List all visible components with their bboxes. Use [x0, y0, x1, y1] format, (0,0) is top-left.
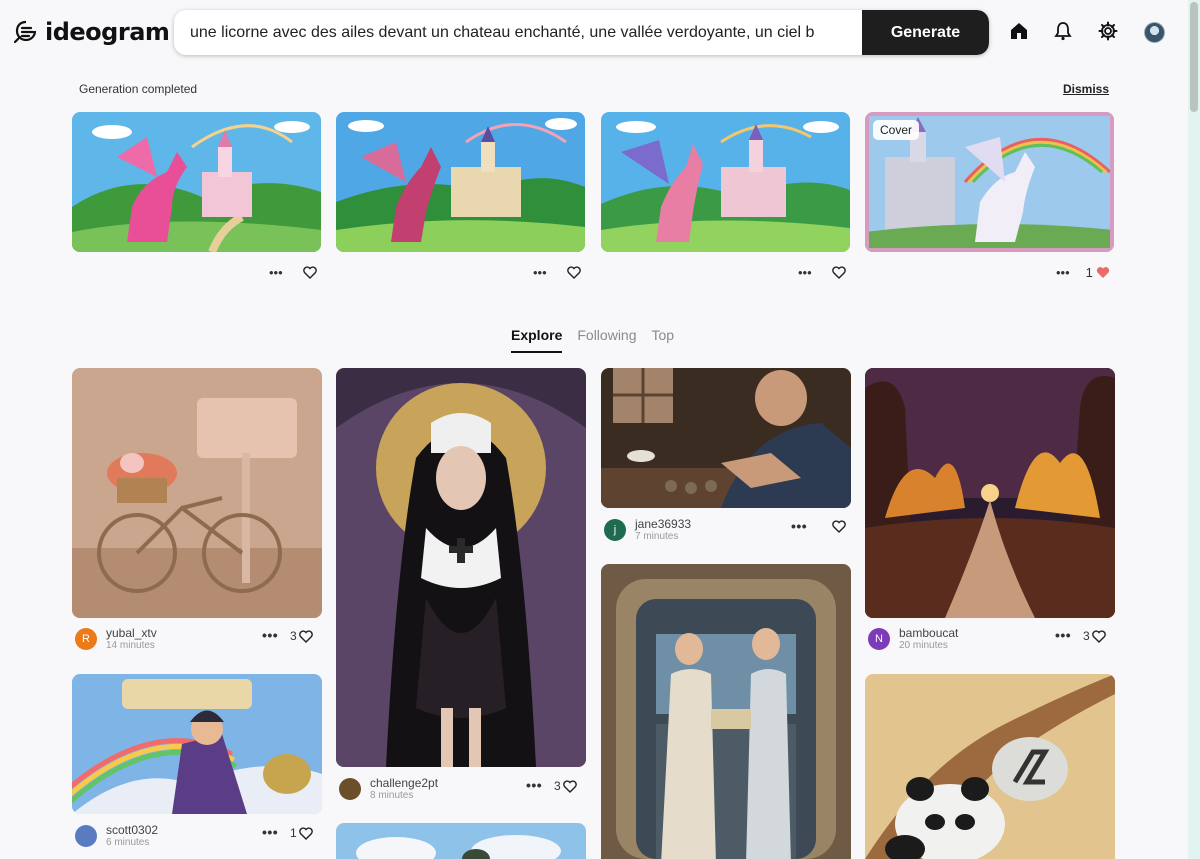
tab-top[interactable]: Top — [652, 327, 675, 353]
heart-icon[interactable] — [1091, 629, 1106, 643]
more-options-icon[interactable]: ••• — [1055, 628, 1071, 642]
generated-image-2-actions: ••• — [533, 262, 581, 282]
likes: 3 — [290, 629, 313, 643]
heart-icon[interactable] — [562, 779, 577, 793]
likes: 1 — [290, 826, 313, 840]
more-options-icon[interactable]: ••• — [269, 265, 283, 280]
generation-status: Generation completed — [79, 82, 198, 96]
more-options-icon[interactable]: ••• — [526, 778, 542, 792]
timestamp: 8 minutes — [370, 790, 414, 801]
timestamp: 20 minutes — [899, 640, 948, 651]
avatar[interactable]: N — [868, 628, 890, 650]
explore-meta-3: j jane36933 7 minutes ••• — [601, 517, 851, 543]
logo[interactable]: ideogram — [13, 18, 170, 46]
generated-image-1[interactable] — [72, 112, 321, 252]
heart-icon[interactable] — [298, 826, 313, 840]
avatar[interactable]: j — [604, 519, 626, 541]
like-count: 3 — [1083, 629, 1090, 643]
username[interactable]: bamboucat — [899, 626, 958, 640]
heart-icon[interactable] — [298, 629, 313, 643]
more-options-icon[interactable]: ••• — [533, 265, 547, 280]
explore-image-forest-sunset[interactable] — [865, 368, 1115, 618]
gear-icon[interactable] — [1097, 20, 1119, 42]
generated-image-3-actions: ••• — [798, 262, 846, 282]
top-header: ideogram Generate — [0, 0, 1188, 66]
heart-icon[interactable] — [302, 265, 317, 279]
more-options-icon[interactable]: ••• — [1056, 265, 1070, 280]
ideogram-logo-icon — [13, 20, 37, 44]
logo-text: ideogram — [45, 18, 170, 46]
page-scrollbar[interactable] — [1188, 0, 1200, 859]
explore-image-panda[interactable] — [865, 674, 1115, 859]
tab-explore[interactable]: Explore — [511, 327, 563, 353]
likes: 3 — [1083, 629, 1106, 643]
generated-image-4[interactable]: Cover — [865, 112, 1114, 252]
generated-image-3[interactable] — [601, 112, 850, 252]
tab-following[interactable]: Following — [577, 327, 636, 353]
feed-tabs: Explore Following Top — [511, 327, 674, 353]
explore-image-sky[interactable] — [336, 823, 586, 859]
timestamp: 6 minutes — [106, 837, 150, 848]
timestamp: 14 minutes — [106, 640, 155, 651]
username[interactable]: scott0302 — [106, 823, 158, 837]
explore-image-wizard[interactable] — [72, 674, 322, 814]
more-options-icon[interactable]: ••• — [262, 825, 278, 839]
user-avatar[interactable] — [1144, 22, 1165, 43]
generate-button[interactable]: Generate — [862, 10, 989, 55]
scrollbar-thumb[interactable] — [1190, 2, 1198, 112]
heart-icon[interactable] — [566, 265, 581, 279]
more-options-icon[interactable]: ••• — [798, 265, 812, 280]
avatar[interactable] — [339, 778, 361, 800]
username[interactable]: challenge2pt — [370, 776, 438, 790]
likes: 3 — [554, 779, 577, 793]
home-icon[interactable] — [1008, 20, 1030, 42]
like-count: 1 — [290, 826, 297, 840]
explore-image-nun[interactable] — [336, 368, 586, 767]
explore-meta-1: R yubal_xtv 14 minutes ••• 3 — [72, 626, 322, 652]
dismiss-link[interactable]: Dismiss — [1063, 82, 1109, 96]
username[interactable]: yubal_xtv — [106, 626, 157, 640]
like-count: 3 — [290, 629, 297, 643]
heart-filled-icon[interactable] — [1096, 266, 1110, 279]
generated-image-1-actions: ••• — [269, 262, 317, 282]
explore-meta-4: N bamboucat 20 minutes ••• 3 — [865, 626, 1115, 652]
generated-image-2[interactable] — [336, 112, 585, 252]
prompt-box: Generate — [174, 10, 989, 55]
more-options-icon[interactable]: ••• — [262, 628, 278, 642]
explore-image-craftsman[interactable] — [601, 368, 851, 508]
explore-image-machine[interactable] — [601, 564, 851, 859]
avatar[interactable]: R — [75, 628, 97, 650]
cover-badge: Cover — [873, 120, 920, 140]
like-count: 3 — [554, 779, 561, 793]
bell-icon[interactable] — [1052, 20, 1074, 42]
heart-icon[interactable] — [832, 520, 846, 533]
like-count: 1 — [1085, 264, 1093, 280]
likes — [832, 520, 846, 533]
generated-image-4-actions: ••• 1 — [1056, 262, 1110, 282]
explore-meta-2: challenge2pt 8 minutes ••• 3 — [336, 776, 586, 802]
avatar[interactable] — [75, 825, 97, 847]
prompt-input[interactable] — [174, 10, 862, 55]
heart-icon[interactable] — [831, 265, 846, 279]
explore-meta-5: scott0302 6 minutes ••• 1 — [72, 823, 322, 849]
username[interactable]: jane36933 — [635, 517, 691, 531]
more-options-icon[interactable]: ••• — [791, 519, 807, 533]
timestamp: 7 minutes — [635, 531, 679, 542]
explore-image-bicycle[interactable] — [72, 368, 322, 618]
